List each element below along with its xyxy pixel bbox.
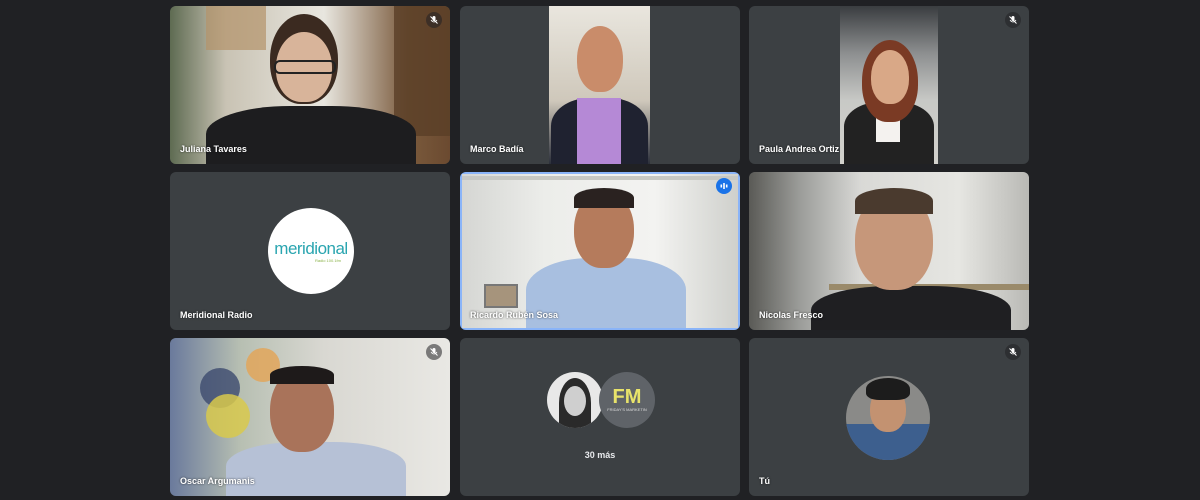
participant-video (840, 6, 938, 164)
participant-name: Meridional Radio (180, 310, 253, 320)
more-participants-tile[interactable]: FM FRIDAY'S MARKETIN 30 más (460, 338, 740, 496)
participant-tile-self[interactable]: Tú (749, 338, 1029, 496)
participant-tile-oscar[interactable]: Oscar Argumanis (170, 338, 450, 496)
participant-tile-paula[interactable]: Paula Andrea Ortiz (749, 6, 1029, 164)
participant-name: Ricardo Rubén Sosa (470, 310, 559, 320)
mic-off-icon (426, 12, 442, 28)
participant-tile-meridional[interactable]: meridional Radio 100.1fm Meridional Radi… (170, 172, 450, 330)
participant-name: Juliana Tavares (180, 144, 247, 154)
participant-video (170, 338, 450, 496)
meridional-logo: meridional Radio 100.1fm (268, 208, 354, 294)
participant-name: Tú (759, 476, 770, 486)
participant-name: Paula Andrea Ortiz (759, 144, 840, 154)
fm-avatar: FM FRIDAY'S MARKETIN (599, 372, 655, 428)
participant-video (549, 6, 650, 164)
participant-tile-ricardo[interactable]: Ricardo Rubén Sosa (460, 172, 740, 330)
more-participants-count: 30 más (584, 450, 616, 460)
participant-tile-nicolas[interactable]: Nicolas Fresco (749, 172, 1029, 330)
participant-video (749, 172, 1029, 330)
participant-name: Oscar Argumanis (180, 476, 255, 486)
mic-off-icon (1005, 12, 1021, 28)
participant-tile-marco[interactable]: Marco Badía (460, 6, 740, 164)
mic-off-icon (1005, 344, 1021, 360)
participant-video (170, 6, 450, 164)
participant-avatar (547, 372, 603, 428)
participant-name: Marco Badía (470, 144, 524, 154)
mic-off-icon (426, 344, 442, 360)
participant-tile-juliana[interactable]: Juliana Tavares (170, 6, 450, 164)
participant-video (462, 174, 738, 328)
audio-level-icon (716, 178, 732, 194)
self-avatar (846, 376, 930, 460)
participant-name: Nicolas Fresco (759, 310, 824, 320)
